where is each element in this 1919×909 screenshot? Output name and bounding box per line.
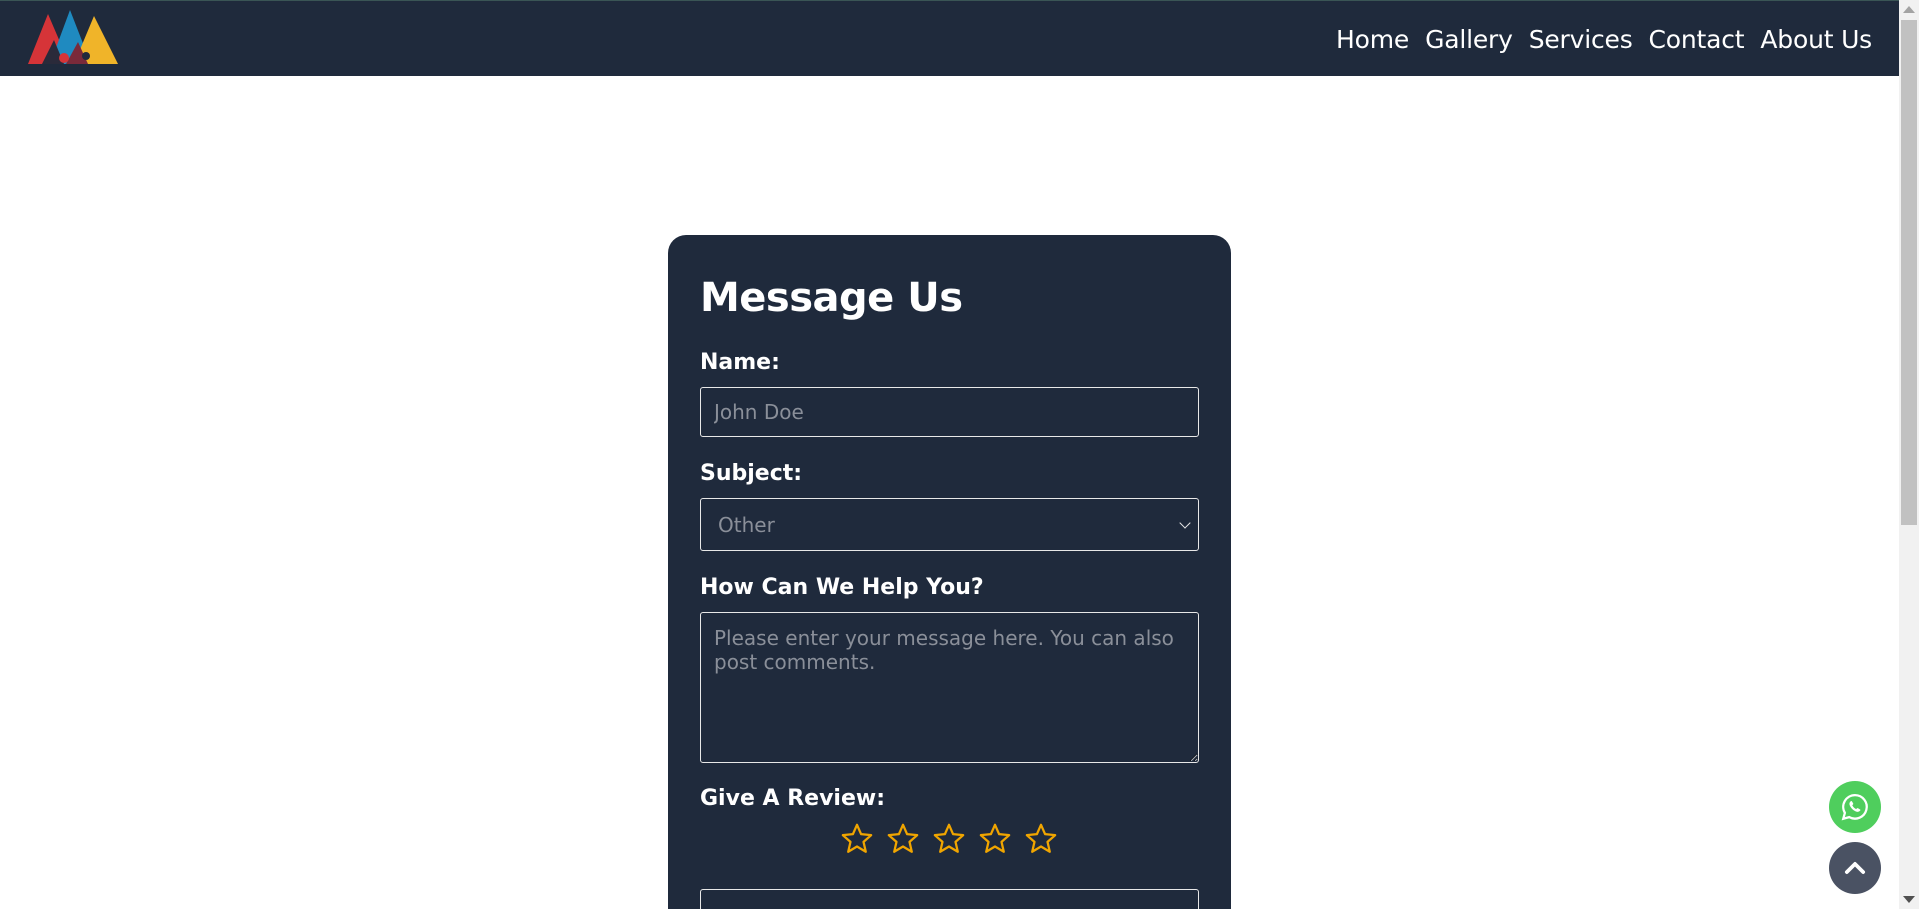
page-scrollbar[interactable] xyxy=(1899,0,1919,909)
review-label: Give A Review: xyxy=(700,786,885,811)
nav-gallery[interactable]: Gallery xyxy=(1425,25,1513,54)
form-title: Message Us xyxy=(700,275,963,321)
star-rating xyxy=(840,822,1070,856)
main-nav: Home Gallery Services Contact About Us xyxy=(1320,1,1872,77)
message-textarea[interactable] xyxy=(700,612,1199,763)
chevron-down-icon xyxy=(1179,516,1191,529)
chevron-up-icon xyxy=(1844,862,1866,874)
nav-about-us[interactable]: About Us xyxy=(1760,25,1872,54)
name-label: Name: xyxy=(700,350,780,375)
star-icon[interactable] xyxy=(1024,822,1058,856)
nav-services[interactable]: Services xyxy=(1529,25,1633,54)
subject-select[interactable]: Other xyxy=(700,498,1199,551)
scroll-up-arrow-icon[interactable] xyxy=(1903,6,1915,13)
name-input[interactable] xyxy=(700,387,1199,437)
star-icon[interactable] xyxy=(886,822,920,856)
navbar: Home Gallery Services Contact About Us xyxy=(0,0,1899,76)
nav-contact[interactable]: Contact xyxy=(1649,25,1745,54)
star-icon[interactable] xyxy=(978,822,1012,856)
back-to-top-button[interactable] xyxy=(1829,842,1881,894)
site-logo[interactable] xyxy=(24,6,120,68)
message-label: How Can We Help You? xyxy=(700,575,984,600)
whatsapp-icon xyxy=(1841,793,1868,821)
subject-selected-value: Other xyxy=(718,512,775,537)
scrollbar-thumb[interactable] xyxy=(1901,20,1917,525)
nav-home[interactable]: Home xyxy=(1336,25,1409,54)
star-icon[interactable] xyxy=(932,822,966,856)
next-form-field[interactable] xyxy=(700,889,1199,909)
scroll-down-arrow-icon[interactable] xyxy=(1903,896,1915,903)
star-icon[interactable] xyxy=(840,822,874,856)
page: Home Gallery Services Contact About Us M… xyxy=(0,0,1919,909)
subject-label: Subject: xyxy=(700,461,803,486)
whatsapp-button[interactable] xyxy=(1829,781,1881,833)
message-form-card: Message Us Name: Subject: Other How Can … xyxy=(668,235,1231,909)
